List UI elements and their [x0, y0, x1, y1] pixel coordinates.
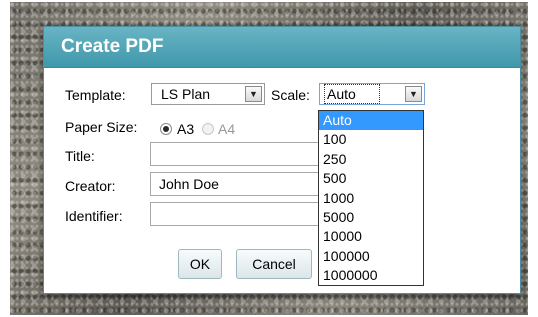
scale-option-auto[interactable]: Auto	[319, 111, 423, 131]
scale-label: Scale:	[271, 87, 310, 103]
scale-option-5000[interactable]: 5000	[319, 208, 423, 227]
scale-select[interactable]: Auto ▼	[319, 83, 425, 105]
template-label: Template:	[65, 87, 126, 103]
template-select-value: LS Plan	[161, 86, 211, 102]
chevron-down-icon[interactable]: ▼	[405, 86, 422, 102]
template-select[interactable]: LS Plan ▼	[151, 83, 265, 105]
scale-dropdown-list: Auto 100 250 500 1000 5000 10000 100000 …	[318, 110, 424, 286]
scale-option-250[interactable]: 250	[319, 150, 423, 169]
paper-a3-radio[interactable]	[160, 123, 172, 135]
scale-option-100[interactable]: 100	[319, 130, 423, 149]
scale-select-value: Auto	[324, 84, 380, 104]
scale-option-10000[interactable]: 10000	[319, 227, 423, 246]
scale-option-500[interactable]: 500	[319, 169, 423, 188]
scale-option-1000[interactable]: 1000	[319, 189, 423, 208]
create-pdf-dialog: Create PDF Template: LS Plan ▼ Scale: Au…	[43, 26, 521, 294]
paper-size-label: Paper Size:	[65, 119, 138, 135]
chevron-down-icon[interactable]: ▼	[245, 86, 262, 102]
creator-label: Creator:	[65, 178, 116, 194]
paper-a4-radio[interactable]	[202, 123, 214, 135]
scale-option-1000000[interactable]: 1000000	[319, 266, 423, 285]
scale-option-100000[interactable]: 100000	[319, 247, 423, 266]
dialog-title: Create PDF	[44, 27, 520, 68]
cancel-button[interactable]: Cancel	[236, 249, 312, 279]
paper-a3-label: A3	[177, 121, 195, 137]
paper-a4-label: A4	[218, 121, 236, 137]
ok-button[interactable]: OK	[178, 249, 222, 279]
title-label: Title:	[65, 148, 95, 164]
identifier-label: Identifier:	[65, 208, 123, 224]
